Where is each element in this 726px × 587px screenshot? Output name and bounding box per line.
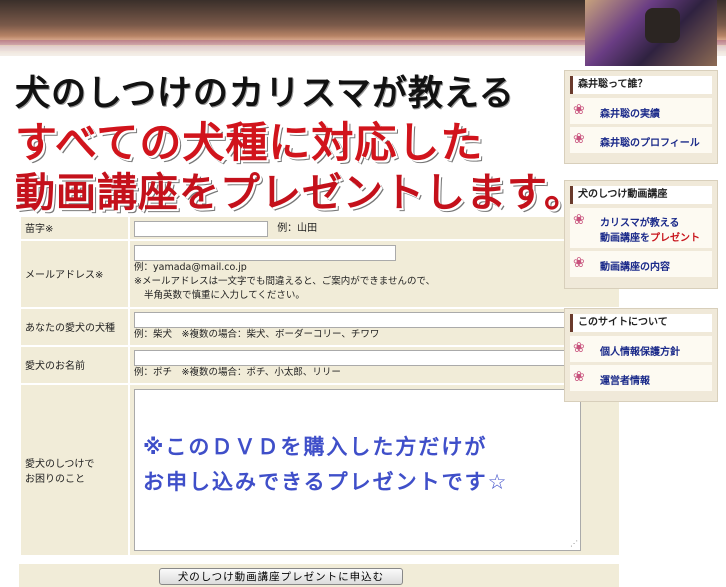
paw-icon: ❀: [573, 369, 585, 385]
sidebar-item-privacy[interactable]: ❀ 個人情報保護方針: [570, 336, 712, 362]
email-input[interactable]: [134, 244, 396, 261]
dogname-input[interactable]: [134, 349, 583, 366]
paw-icon: ❀: [573, 255, 585, 271]
breed-label: あなたの愛犬の犬種: [21, 308, 128, 345]
sidebar-item-label: 運営者情報: [600, 376, 650, 387]
headline: 犬のしつけのカリスマが教える すべての犬種に対応した 動画講座をプレゼントします…: [15, 65, 584, 216]
sidebar-box-site-title: このサイトについて: [570, 314, 712, 332]
breed-example: 例：柴犬 ※複数の場合：柴犬、ボーダーコリー、チワワ: [134, 328, 380, 340]
submit-row: 犬のしつけ動画講座プレゼントに申込む: [19, 564, 619, 587]
overlay-line1: ※このＤＶＤを購入した方だけが: [143, 434, 488, 459]
surname-label: 苗字※: [21, 217, 128, 239]
sidebar-item-label-line2: 動画講座をプレゼント: [600, 233, 700, 244]
email-example: 例：yamada@mail.co.jp: [134, 261, 247, 273]
breed-input[interactable]: [134, 311, 583, 328]
sidebar-box-course: 犬のしつけ動画講座 ❀ カリスマが教える 動画講座をプレゼント ❀ 動画講座の内…: [564, 180, 718, 289]
dogname-label: 愛犬のお名前: [21, 346, 128, 383]
surname-example: 例：山田: [277, 223, 318, 234]
trouble-label-line1: 愛犬のしつけで: [25, 458, 95, 470]
dogname-example: 例：ポチ ※複数の場合：ポチ、小太郎、リリー: [134, 366, 341, 378]
sidebar-item-label: 森井聡のプロフィール: [600, 138, 700, 149]
paw-icon: ❀: [573, 131, 585, 147]
resize-handle-icon[interactable]: ⋰: [570, 539, 578, 548]
email-note-2: 半角英数で慎重に入力してください。: [144, 289, 305, 301]
header-photo: [585, 0, 717, 66]
present-overlay-text: ※このＤＶＤを購入した方だけが お申し込みできるプレゼントです☆: [143, 430, 508, 500]
sidebar-item-label: 森井聡の実績: [600, 109, 660, 120]
sidebar-box-site: このサイトについて ❀ 個人情報保護方針 ❀ 運営者情報: [564, 308, 718, 402]
sidebar-item-label: 個人情報保護方針: [600, 347, 680, 358]
surname-input[interactable]: [134, 220, 268, 237]
sidebar-item-operator[interactable]: ❀ 運営者情報: [570, 365, 712, 391]
overlay-line2: お申し込みできるプレゼントです☆: [143, 469, 509, 494]
sidebar-box-about: 森井聡って誰？ ❀ 森井聡の実績 ❀ 森井聡のプロフィール: [564, 70, 718, 164]
sidebar-item-label-line1: カリスマが教える: [600, 218, 680, 229]
paw-icon: ❀: [573, 102, 585, 118]
sidebar-item-label: 動画講座の内容: [600, 262, 670, 273]
sidebar-box-course-title: 犬のしつけ動画講座: [570, 186, 712, 204]
sidebar-item-present[interactable]: ❀ カリスマが教える 動画講座をプレゼント: [570, 208, 712, 248]
paw-icon: ❀: [573, 212, 585, 228]
sidebar-item-achievements[interactable]: ❀ 森井聡の実績: [570, 98, 712, 124]
sidebar-item-course-content[interactable]: ❀ 動画講座の内容: [570, 251, 712, 277]
paw-icon: ❀: [573, 340, 585, 356]
sidebar-box-about-title: 森井聡って誰？: [570, 76, 712, 94]
trouble-label: 愛犬のしつけで お困りのこと: [21, 384, 128, 555]
signup-form: 苗字※ 例：山田 メールアドレス※ 例：yamada@mail.co.jp ※メ…: [19, 215, 619, 557]
trouble-label-line2: お困りのこと: [25, 473, 85, 485]
sidebar-item-profile[interactable]: ❀ 森井聡のプロフィール: [570, 127, 712, 153]
submit-button[interactable]: 犬のしつけ動画講座プレゼントに申込む: [159, 568, 403, 585]
trouble-textarea[interactable]: ※このＤＶＤを購入した方だけが お申し込みできるプレゼントです☆ ⋰: [134, 388, 581, 551]
headline-line3: 動画講座をプレゼントします。: [15, 170, 585, 216]
email-label: メールアドレス※: [21, 240, 128, 307]
email-note-1: ※メールアドレスは一文字でも間違えると、ご案内ができませんので、: [134, 275, 436, 287]
